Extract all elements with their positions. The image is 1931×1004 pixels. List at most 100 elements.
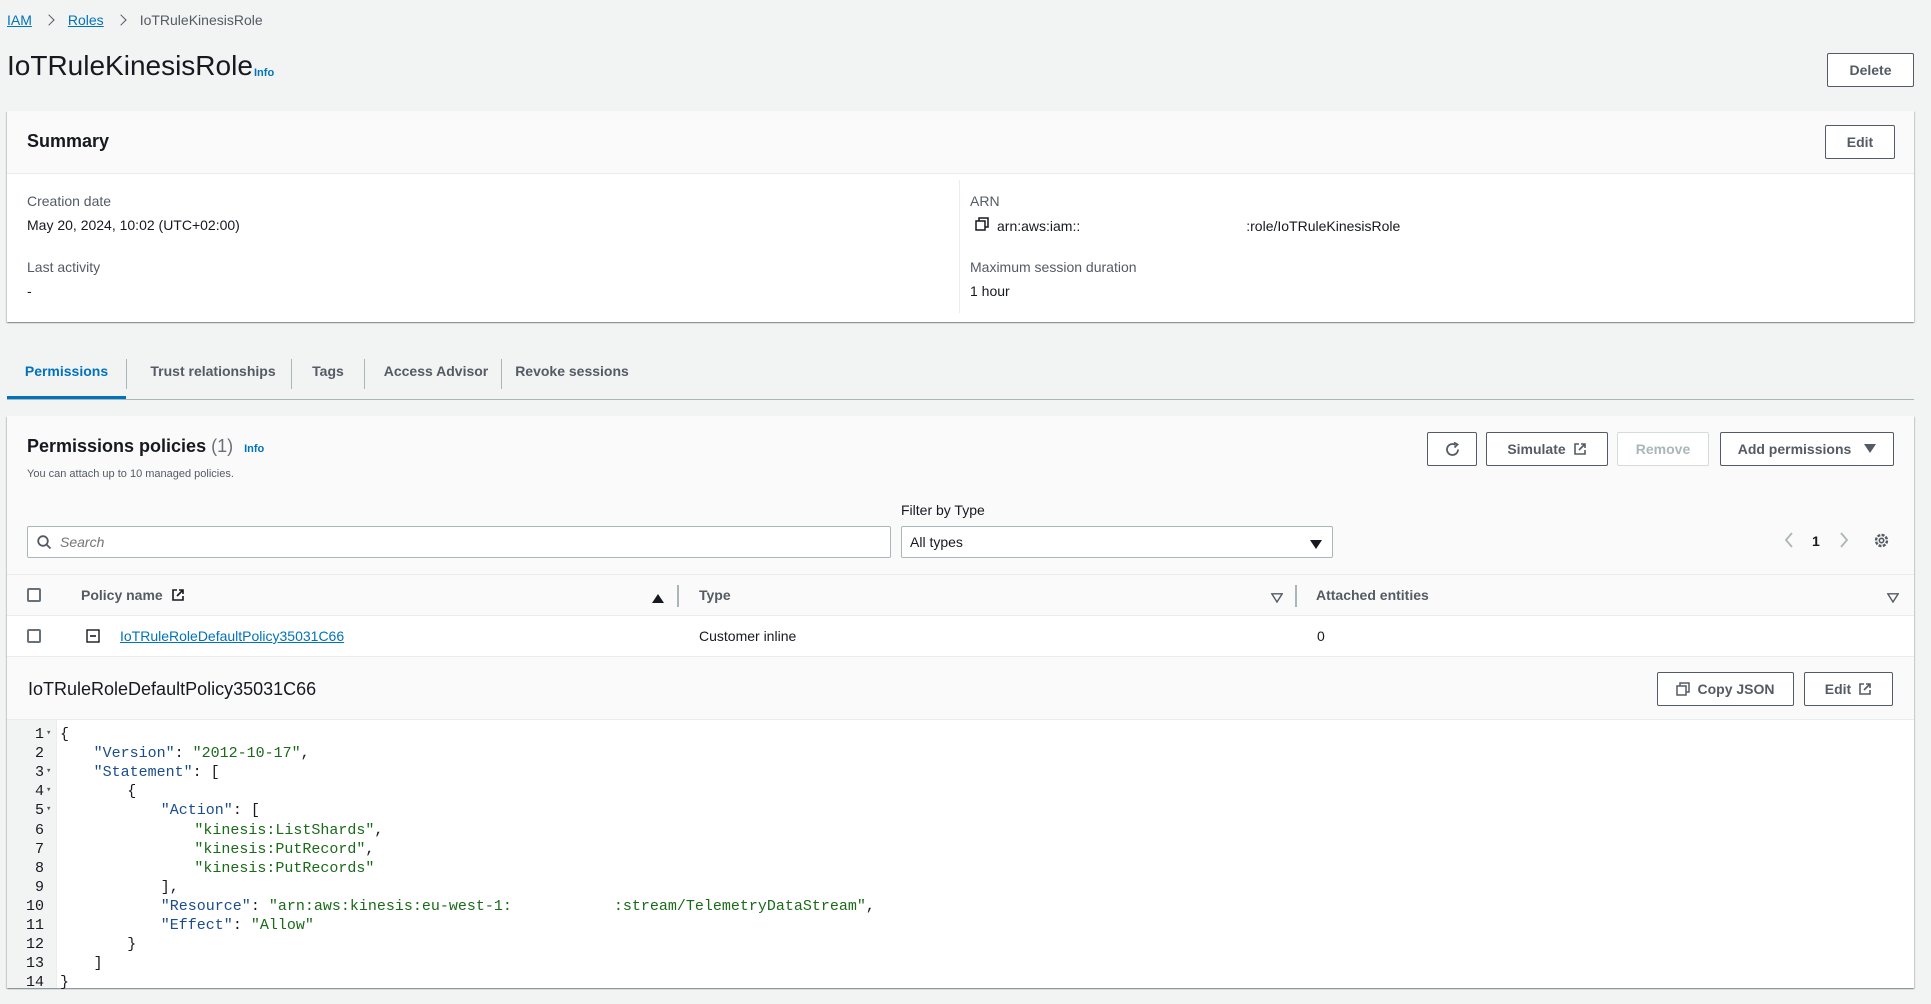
json-punctuation: : [ [192, 764, 220, 782]
sort-descending-icon[interactable] [1270, 590, 1284, 606]
add-permissions-label: Add permissions [1737, 441, 1852, 457]
last-activity-label: Last activity [27, 259, 101, 275]
copy-json-button[interactable]: Copy JSON [1657, 672, 1794, 706]
policy-edit-button[interactable]: Edit [1804, 672, 1893, 706]
filter-type-select[interactable]: All types [901, 526, 1333, 558]
json-string: "kinesis:ListShards" [194, 821, 375, 839]
summary-title: Summary [27, 131, 110, 151]
policy-edit-label: Edit [1824, 681, 1852, 697]
row-checkbox[interactable] [27, 629, 41, 643]
max-session-value: 1 hour [970, 283, 1010, 299]
json-string: "Allow" [250, 917, 314, 934]
tab-revoke-sessions[interactable]: Revoke sessions [502, 351, 642, 399]
tab-trust-relationships[interactable]: Trust relationships [128, 351, 298, 399]
column-policy-name[interactable]: Policy name [81, 587, 185, 605]
policy-attached-entities: 0 [1317, 628, 1325, 644]
line-number: 10 [25, 897, 44, 915]
line-number: 1 [34, 726, 44, 743]
fold-toggle-icon[interactable]: ▾ [46, 766, 51, 776]
simulate-button[interactable]: Simulate [1486, 432, 1608, 466]
code-text: "Version": "2012-10-17", [60, 745, 310, 762]
external-link-icon [171, 588, 185, 605]
add-permissions-button[interactable]: Add permissions [1720, 432, 1894, 466]
breadcrumb-iam-link[interactable]: IAM [7, 12, 32, 28]
json-key: "Version" [93, 745, 175, 763]
json-punctuation: } [127, 936, 137, 954]
json-punctuation: , [865, 897, 875, 915]
code-text: "Statement": [ [60, 764, 220, 781]
filter-type-value: All types [910, 534, 963, 550]
summary-edit-button[interactable]: Edit [1825, 125, 1895, 159]
summary-panel: Summary Creation date May 20, 2024, 10:0… [7, 111, 1914, 322]
permissions-count: (1) [211, 436, 234, 456]
tab-divider [126, 359, 127, 389]
arn-prefix: arn:aws:iam:: [997, 217, 1081, 234]
column-attached-entities[interactable]: Attached entities [1316, 587, 1429, 603]
redacted-account-id [511, 898, 614, 913]
select-all-checkbox[interactable] [27, 588, 41, 602]
column-divider [1295, 585, 1297, 607]
code-text: ], [60, 879, 179, 896]
json-string: "kinesis:PutRecord" [194, 840, 366, 858]
json-string: :stream/TelemetryDataStream" [613, 897, 866, 915]
json-punctuation: : [232, 917, 251, 934]
sort-descending-icon[interactable] [1886, 590, 1900, 606]
json-key: "Resource" [160, 897, 251, 915]
permissions-title: Permissions policies (1) Info [27, 436, 264, 457]
pagination-prev-icon[interactable] [1784, 532, 1794, 551]
tab-permissions[interactable]: Permissions [7, 351, 126, 399]
tab-access-advisor[interactable]: Access Advisor [365, 351, 507, 399]
role-tabs: Permissions Trust relationships Tags Acc… [7, 351, 1914, 400]
tab-tags[interactable]: Tags [292, 351, 364, 399]
creation-date-label: Creation date [27, 193, 112, 209]
fold-toggle-icon[interactable]: ▾ [46, 785, 51, 795]
breadcrumb: IAM Roles IoTRuleKinesisRole [7, 10, 263, 30]
json-punctuation: ], [160, 878, 179, 896]
permissions-info-link[interactable]: Info [244, 443, 264, 455]
breadcrumb-roles-link[interactable]: Roles [68, 12, 104, 28]
line-number: 7 [34, 840, 44, 858]
sort-ascending-icon[interactable] [652, 590, 664, 606]
policy-search-box[interactable] [27, 526, 891, 558]
copy-icon[interactable] [975, 217, 989, 234]
summary-header: Summary [7, 111, 1914, 174]
line-number: 13 [25, 955, 44, 973]
policy-type: Customer inline [699, 628, 797, 644]
fold-toggle-icon[interactable]: ▾ [46, 728, 51, 738]
settings-gear-icon[interactable] [1873, 532, 1890, 552]
last-activity-value: - [27, 283, 32, 299]
code-text: { [60, 783, 136, 800]
line-number: 8 [34, 859, 44, 877]
summary-divider [959, 180, 960, 313]
column-policy-name-label: Policy name [81, 587, 163, 603]
copy-icon [1676, 682, 1691, 696]
pagination-next-icon[interactable] [1839, 532, 1849, 551]
refresh-button[interactable] [1427, 432, 1477, 466]
copy-json-label: Copy JSON [1697, 681, 1775, 697]
line-number: 6 [34, 821, 44, 839]
column-divider [677, 585, 679, 607]
json-punctuation: , [374, 821, 384, 839]
policy-search-input[interactable] [60, 534, 880, 550]
permissions-subtitle: You can attach up to 10 managed policies… [27, 468, 234, 480]
code-text: } [60, 974, 69, 991]
title-info-link[interactable]: Info [254, 67, 274, 79]
json-key: "Statement" [93, 764, 193, 782]
delete-button[interactable]: Delete [1827, 53, 1914, 87]
pagination-page-number[interactable]: 1 [1812, 533, 1820, 549]
line-number: 2 [34, 745, 44, 763]
json-string: "2012-10-17" [192, 745, 301, 763]
policy-json-editor[interactable]: 1 ▾{2 "Version": "2012-10-17", 3 ▾ "Statement… [7, 720, 1914, 992]
collapse-icon[interactable] [86, 629, 100, 646]
line-number: 9 [34, 878, 44, 896]
policy-name-link[interactable]: IoTRuleRoleDefaultPolicy35031C66 [120, 628, 344, 644]
json-key: "Action" [160, 802, 233, 820]
external-link-icon [1859, 683, 1872, 695]
remove-button[interactable]: Remove [1617, 432, 1709, 466]
table-row[interactable]: IoTRuleRoleDefaultPolicy35031C66 Custome… [7, 616, 1914, 657]
column-type[interactable]: Type [699, 587, 731, 603]
fold-toggle-icon[interactable]: ▾ [46, 804, 51, 814]
line-number: 5 [34, 802, 44, 820]
code-text: "Action": [ [60, 802, 260, 819]
line-number: 14 [25, 974, 44, 992]
